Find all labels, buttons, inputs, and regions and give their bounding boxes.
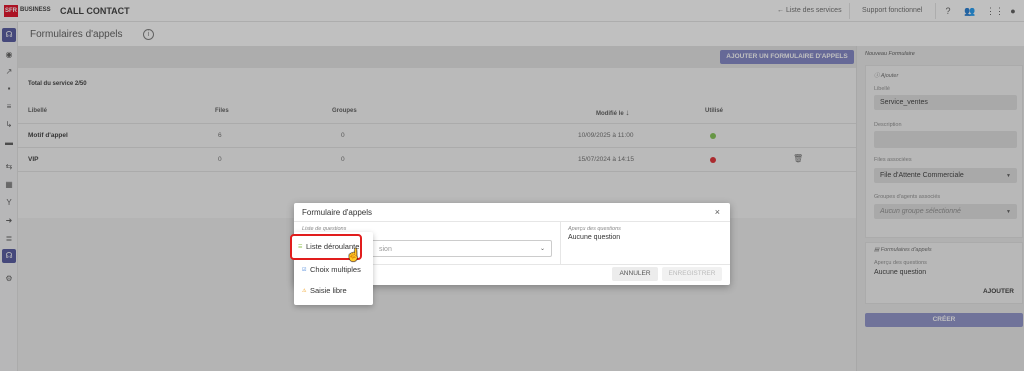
chevron-down-icon: ⌄ <box>539 246 545 252</box>
option-label: Saisie libre <box>310 286 347 295</box>
modal-title: Formulaire d'appels <box>302 208 373 217</box>
option-choix-multiples[interactable]: ☑ Choix multiples <box>294 259 373 279</box>
option-saisie-libre[interactable]: ⚠ Saisie libre <box>294 280 373 300</box>
divider <box>560 222 561 264</box>
modal-overlay[interactable] <box>0 0 1024 371</box>
save-button[interactable]: ENREGISTRER <box>662 267 722 281</box>
close-icon[interactable]: × <box>715 207 720 217</box>
cancel-button[interactable]: ANNULER <box>612 267 658 281</box>
checkbox-icon: ☑ <box>302 267 307 274</box>
list-icon: ☰ <box>298 244 303 251</box>
apercu-value: Aucune question <box>568 234 621 241</box>
select-placeholder: sion <box>379 246 392 253</box>
warning-icon: ⚠ <box>302 288 307 295</box>
option-label: Choix multiples <box>310 265 361 274</box>
divider <box>294 221 730 222</box>
apercu-label: Aperçu des questions <box>568 226 621 232</box>
hand-cursor-icon: ☝ <box>346 248 361 262</box>
